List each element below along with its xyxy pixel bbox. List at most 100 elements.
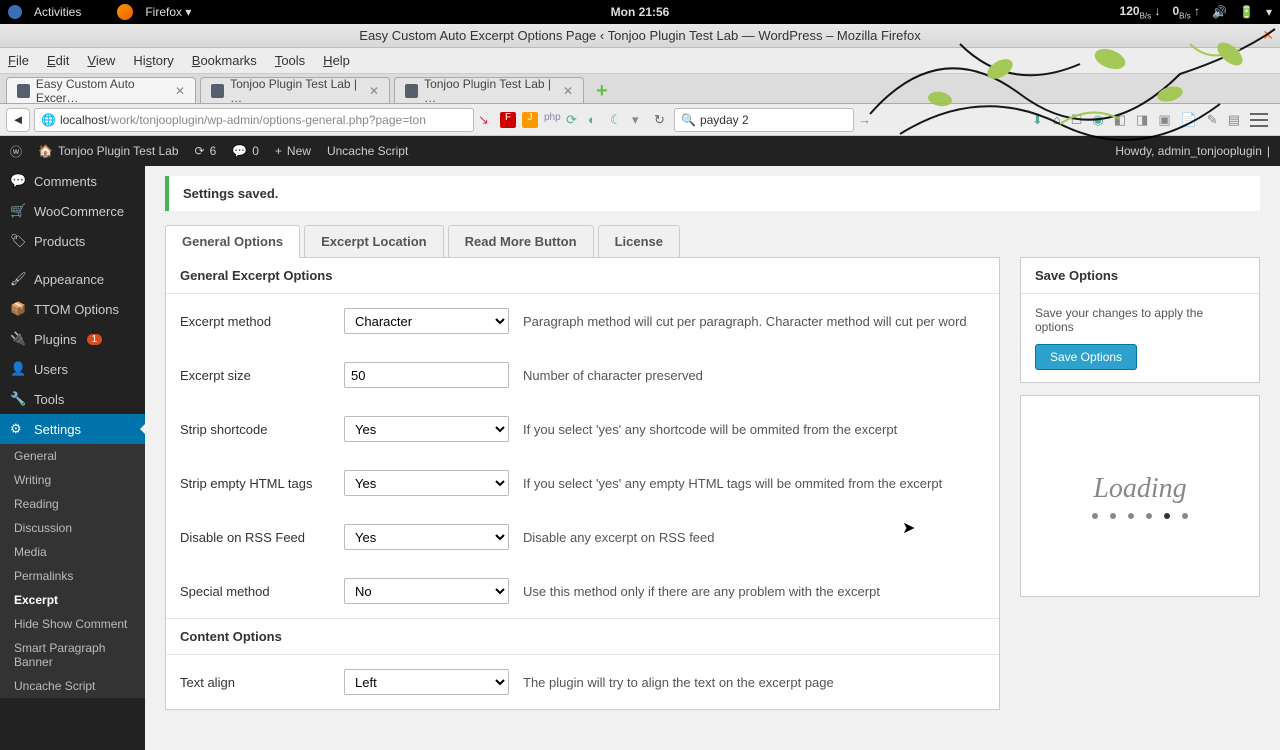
battery-icon[interactable]: 🔋 bbox=[1239, 5, 1254, 19]
addon-icon[interactable]: ☾ bbox=[610, 112, 626, 128]
reload-icon[interactable]: ↻ bbox=[654, 112, 670, 128]
tab-license[interactable]: License bbox=[598, 225, 680, 258]
sub-discussion[interactable]: Discussion bbox=[0, 516, 145, 540]
strip-shortcode-select[interactable]: Yes bbox=[344, 416, 509, 442]
sub-writing[interactable]: Writing bbox=[0, 468, 145, 492]
sub-permalinks[interactable]: Permalinks bbox=[0, 564, 145, 588]
menu-file[interactable]: File bbox=[8, 53, 29, 68]
browser-tab[interactable]: Tonjoo Plugin Test Lab | …✕ bbox=[394, 77, 584, 103]
wp-admin-bar: ⓦ 🏠 Tonjoo Plugin Test Lab ⟳ 6 💬 0 + New… bbox=[0, 136, 1280, 166]
addon-icon[interactable]: php bbox=[544, 112, 560, 128]
sidebar-item-comments[interactable]: 💬Comments bbox=[0, 166, 145, 196]
firefox-menu[interactable]: Firefox ▾ bbox=[145, 5, 191, 19]
sub-general[interactable]: General bbox=[0, 444, 145, 468]
close-tab-icon[interactable]: ✕ bbox=[563, 84, 573, 98]
toolbar-icon[interactable]: ◨ bbox=[1136, 112, 1148, 128]
sidebar-item-users[interactable]: 👤Users bbox=[0, 354, 145, 384]
plug-icon: 🔌 bbox=[10, 331, 26, 347]
wp-logo-icon[interactable]: ⓦ bbox=[10, 143, 22, 160]
close-tab-icon[interactable]: ✕ bbox=[369, 84, 379, 98]
user-menu-icon[interactable]: ▾ bbox=[1266, 5, 1272, 19]
sidebar-item-plugins[interactable]: 🔌Plugins1 bbox=[0, 324, 145, 354]
wp-favicon-icon bbox=[17, 84, 30, 98]
sub-uncache-script[interactable]: Uncache Script bbox=[0, 674, 145, 698]
sidebar-item-tools[interactable]: 🔧Tools bbox=[0, 384, 145, 414]
search-bar[interactable]: 🔍 payday 2 bbox=[674, 108, 854, 132]
toolbar-icon[interactable]: ◧ bbox=[1114, 112, 1126, 128]
menu-view[interactable]: View bbox=[87, 53, 115, 68]
new-link[interactable]: + New bbox=[275, 144, 311, 158]
tab-general-options[interactable]: General Options bbox=[165, 225, 300, 258]
hamburger-menu-icon[interactable] bbox=[1250, 113, 1268, 127]
toolbar-icon[interactable]: ▣ bbox=[1158, 112, 1170, 128]
addon-icon[interactable]: ⟳ bbox=[566, 112, 582, 128]
sidebar-submenu: General Writing Reading Discussion Media… bbox=[0, 444, 145, 698]
strip-empty-select[interactable]: Yes bbox=[344, 470, 509, 496]
sub-reading[interactable]: Reading bbox=[0, 492, 145, 516]
wp-content-area: Settings saved. General Options Excerpt … bbox=[145, 166, 1280, 750]
browser-tab[interactable]: Tonjoo Plugin Test Lab | …✕ bbox=[200, 77, 390, 103]
back-button[interactable]: ◄ bbox=[6, 108, 30, 132]
volume-icon[interactable]: 🔊 bbox=[1212, 5, 1227, 19]
excerpt-size-input[interactable] bbox=[344, 362, 509, 388]
sidebar-item-woocommerce[interactable]: 🛒WooCommerce bbox=[0, 196, 145, 226]
addon-icon[interactable]: F bbox=[500, 112, 516, 128]
howdy-link[interactable]: Howdy, admin_tonjooplugin | bbox=[1115, 144, 1270, 158]
addon-icon[interactable]: J bbox=[522, 112, 538, 128]
menu-history[interactable]: History bbox=[133, 53, 173, 68]
window-close-icon[interactable]: ✕ bbox=[1262, 27, 1274, 44]
sub-excerpt[interactable]: Excerpt bbox=[0, 588, 145, 612]
disable-rss-select[interactable]: Yes bbox=[344, 524, 509, 550]
sidebar-item-ttom[interactable]: 📦TTOM Options bbox=[0, 294, 145, 324]
toolbar-icon[interactable]: 📄 bbox=[1181, 112, 1197, 128]
menu-help[interactable]: Help bbox=[323, 53, 350, 68]
toolbar-icon[interactable]: ☐ bbox=[1071, 112, 1083, 128]
save-options-box: Save Options Save your changes to apply … bbox=[1020, 257, 1260, 383]
sidebar-item-settings[interactable]: ⚙Settings bbox=[0, 414, 145, 444]
excerpt-method-select[interactable]: Character bbox=[344, 308, 509, 334]
site-link[interactable]: 🏠 Tonjoo Plugin Test Lab bbox=[38, 144, 179, 158]
sub-hide-show-comment[interactable]: Hide Show Comment bbox=[0, 612, 145, 636]
text-align-select[interactable]: Left bbox=[344, 669, 509, 695]
save-options-button[interactable]: Save Options bbox=[1035, 344, 1137, 370]
dropdown-icon[interactable]: ▾ bbox=[632, 112, 648, 128]
menu-tools[interactable]: Tools bbox=[275, 53, 305, 68]
toolbar-icon[interactable]: ⌂ bbox=[1053, 112, 1061, 127]
firefox-icon bbox=[117, 4, 133, 20]
uncache-link[interactable]: Uncache Script bbox=[327, 144, 408, 158]
window-title: Easy Custom Auto Excerpt Options Page ‹ … bbox=[359, 28, 920, 43]
toolbar-icon[interactable]: ▤ bbox=[1228, 112, 1240, 128]
tag-icon: 🏷 bbox=[10, 233, 26, 249]
clock: Mon 21:56 bbox=[611, 5, 670, 19]
addon-icon[interactable]: ↘ bbox=[478, 112, 494, 128]
browser-tab[interactable]: Easy Custom Auto Excer…✕ bbox=[6, 77, 196, 103]
close-tab-icon[interactable]: ✕ bbox=[175, 84, 185, 98]
search-go-icon[interactable]: → bbox=[858, 112, 871, 127]
menu-edit[interactable]: Edit bbox=[47, 53, 69, 68]
row-special-method: Special method No Use this method only i… bbox=[166, 564, 999, 618]
row-text-align: Text align Left The plugin will try to a… bbox=[166, 655, 999, 709]
sidebar-item-products[interactable]: 🏷Products bbox=[0, 226, 145, 256]
menu-bookmarks[interactable]: Bookmarks bbox=[192, 53, 257, 68]
toolbar-icon[interactable]: ◉ bbox=[1092, 112, 1103, 128]
toolbar-icon[interactable]: ⬇ bbox=[1032, 112, 1043, 128]
tab-read-more[interactable]: Read More Button bbox=[448, 225, 594, 258]
updates-link[interactable]: ⟳ 6 bbox=[195, 144, 217, 158]
url-bar[interactable]: 🌐 localhost/work/tonjooplugin/wp-admin/o… bbox=[34, 108, 474, 132]
toolbar-icon[interactable]: ✎ bbox=[1207, 112, 1218, 128]
row-strip-empty-tags: Strip empty HTML tags Yes If you select … bbox=[166, 456, 999, 510]
new-tab-button[interactable]: + bbox=[588, 80, 616, 103]
sidebar-item-appearance[interactable]: 🖌Appearance bbox=[0, 264, 145, 294]
sub-media[interactable]: Media bbox=[0, 540, 145, 564]
activities-button[interactable]: Activities bbox=[34, 5, 81, 19]
firefox-menubar: File Edit View History Bookmarks Tools H… bbox=[0, 48, 1280, 74]
browser-tab-strip: Easy Custom Auto Excer…✕ Tonjoo Plugin T… bbox=[0, 74, 1280, 104]
row-disable-rss: Disable on RSS Feed Yes Disable any exce… bbox=[166, 510, 999, 564]
addon-icon[interactable]: ◐ bbox=[588, 112, 604, 128]
tab-excerpt-location[interactable]: Excerpt Location bbox=[304, 225, 443, 258]
woo-icon: 🛒 bbox=[10, 203, 26, 219]
special-method-select[interactable]: No bbox=[344, 578, 509, 604]
comments-link[interactable]: 💬 0 bbox=[232, 144, 259, 158]
sub-smart-paragraph[interactable]: Smart Paragraph Banner bbox=[0, 636, 145, 674]
row-strip-shortcode: Strip shortcode Yes If you select 'yes' … bbox=[166, 402, 999, 456]
